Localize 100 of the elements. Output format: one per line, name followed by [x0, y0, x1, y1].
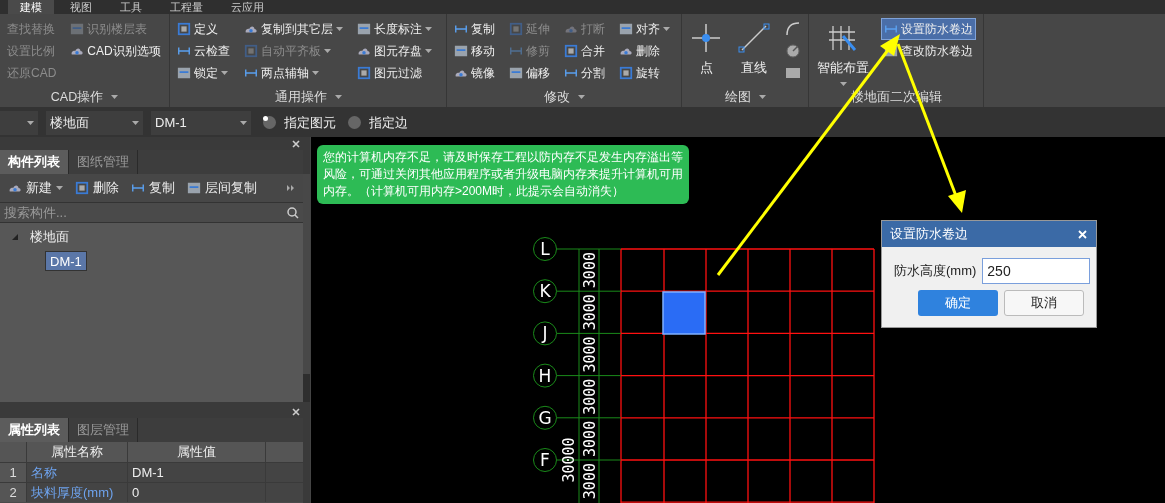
tool-icon: [509, 66, 523, 80]
toolbar-button[interactable]: 新建: [8, 178, 63, 198]
caret-icon: [334, 95, 342, 99]
ribbon-button[interactable]: 云检查: [174, 40, 233, 62]
tool-icon: [509, 22, 523, 36]
radio-option[interactable]: 指定边: [348, 112, 408, 133]
caret-icon: [132, 120, 139, 125]
caret-icon: [425, 27, 432, 31]
ribbon-button[interactable]: 锁定: [174, 62, 233, 84]
caret-icon: [240, 120, 247, 125]
ribbon-button[interactable]: 两点辅轴: [241, 62, 346, 84]
ribbon-button[interactable]: 合并: [561, 40, 608, 62]
ribbon-tab[interactable]: 建模: [8, 0, 54, 14]
rectangle-icon: [785, 65, 801, 81]
scrollbar-thumb[interactable]: [303, 174, 310, 374]
tool-icon: [619, 22, 633, 36]
group-title: 修改: [543, 88, 570, 106]
axis-label: J: [533, 321, 557, 346]
property-name: 块料厚度(mm): [27, 483, 128, 502]
caret-icon: [336, 27, 343, 31]
caret-icon: [324, 49, 331, 53]
ribbon-button[interactable]: CAD识别选项: [67, 40, 164, 62]
selected-floor-cell[interactable]: [662, 291, 706, 335]
ribbon-button[interactable]: 对齐: [616, 18, 673, 40]
close-button[interactable]: [1076, 228, 1088, 240]
group-title: 绘图: [724, 88, 751, 106]
ribbon-button[interactable]: 复制到其它层: [241, 18, 346, 40]
more-icon: [287, 185, 295, 191]
dimension-text: 3000: [581, 378, 599, 415]
ribbon-button[interactable]: 镜像: [451, 62, 498, 84]
ribbon-button[interactable]: 图元存盘: [354, 40, 435, 62]
caret-icon: [577, 95, 585, 99]
caret-icon: [312, 71, 319, 75]
dimension-text: 3000: [581, 336, 599, 373]
ribbon-button[interactable]: 复制: [451, 18, 498, 40]
ribbon-button[interactable]: 移动: [451, 40, 498, 62]
radio-option[interactable]: 指定图元: [263, 112, 336, 133]
input-field[interactable]: 250: [982, 258, 1091, 284]
row-number: 2: [0, 483, 27, 502]
caret-icon: [839, 81, 847, 86]
ribbon-button[interactable]: 设置防水卷边: [881, 18, 976, 40]
ribbon-button[interactable]: 旋转: [616, 62, 673, 84]
axis-label: G: [533, 405, 557, 430]
toolbar-button[interactable]: 层间复制: [187, 178, 257, 198]
tree-item[interactable]: DM-1: [45, 250, 87, 271]
property-value[interactable]: 0: [128, 483, 266, 502]
axis-label: H: [533, 363, 557, 388]
tool-icon: [187, 181, 201, 195]
ribbon-tab[interactable]: 工程量: [158, 0, 215, 14]
row-number: 1: [0, 463, 27, 482]
panel-tab[interactable]: 属性列表: [0, 418, 69, 442]
field-label: 防水高度(mm): [894, 262, 977, 281]
ribbon-button[interactable]: 定义: [174, 18, 233, 40]
caret-icon: [663, 27, 670, 31]
group-title: CAD操作: [50, 88, 104, 106]
caret-icon: [111, 95, 119, 99]
toolbar-button[interactable]: 删除: [75, 178, 119, 198]
ribbon-button[interactable]: 分割: [561, 62, 608, 84]
tool-icon: [244, 44, 258, 58]
caret-icon: [221, 71, 228, 75]
tool-icon: [75, 181, 89, 195]
ribbon-button[interactable]: 直线: [734, 18, 774, 78]
dialog-button[interactable]: 取消: [1004, 290, 1084, 316]
caret-icon: [27, 120, 34, 125]
axis-label: L: [533, 237, 557, 261]
ribbon-button[interactable]: 点: [686, 18, 726, 78]
dialog-title: 设置防水卷边: [890, 225, 968, 244]
tool-icon: [564, 44, 578, 58]
dropdown[interactable]: 楼地面: [46, 110, 143, 135]
dropdown[interactable]: DM-1: [151, 110, 251, 135]
total-dimension-text: 30000: [560, 437, 578, 483]
group-title: 通用操作: [274, 88, 327, 106]
memory-warning-toast: 您的计算机内存不足，请及时保存工程以防内存不足发生内存溢出等风险，可通过关闭其他应用程序或者升级电脑内存来提升计算机可用内存。（计算机可用内存>200M时，此提示会自动消失）: [317, 145, 689, 204]
toolbar-button[interactable]: 复制: [131, 178, 175, 198]
tool-icon: [357, 66, 371, 80]
tool-icon: [357, 22, 371, 36]
point-icon: [690, 22, 722, 54]
panel-tab[interactable]: 构件列表: [0, 150, 69, 174]
tool-icon: [70, 22, 85, 36]
ribbon-button[interactable]: 删除: [616, 40, 673, 62]
dimension-text: 3000: [581, 463, 599, 500]
dialog-button[interactable]: 确定: [918, 290, 998, 316]
tool-icon: [619, 66, 633, 80]
ribbon-tab[interactable]: 云应用: [219, 0, 276, 14]
caret-icon: [758, 95, 766, 99]
close-icon: [1077, 229, 1087, 239]
circle-icon: [785, 43, 801, 59]
ribbon-button[interactable]: 偏移: [506, 62, 553, 84]
axis-label: K: [533, 279, 557, 304]
dimension-text: 3000: [581, 420, 599, 457]
tree-item[interactable]: 楼地面: [30, 227, 69, 247]
ribbon-tab[interactable]: 视图: [58, 0, 104, 14]
ribbon-button[interactable]: 图元过滤: [354, 62, 435, 84]
tool-icon: [454, 44, 468, 58]
caret-icon: [56, 186, 63, 190]
tool-icon: [177, 22, 191, 36]
ribbon-button[interactable]: 长度标注: [354, 18, 435, 40]
ribbon-button[interactable]: 智能布置: [813, 18, 873, 86]
caret-icon: [425, 49, 432, 53]
ribbon-tab[interactable]: 工具: [108, 0, 154, 14]
